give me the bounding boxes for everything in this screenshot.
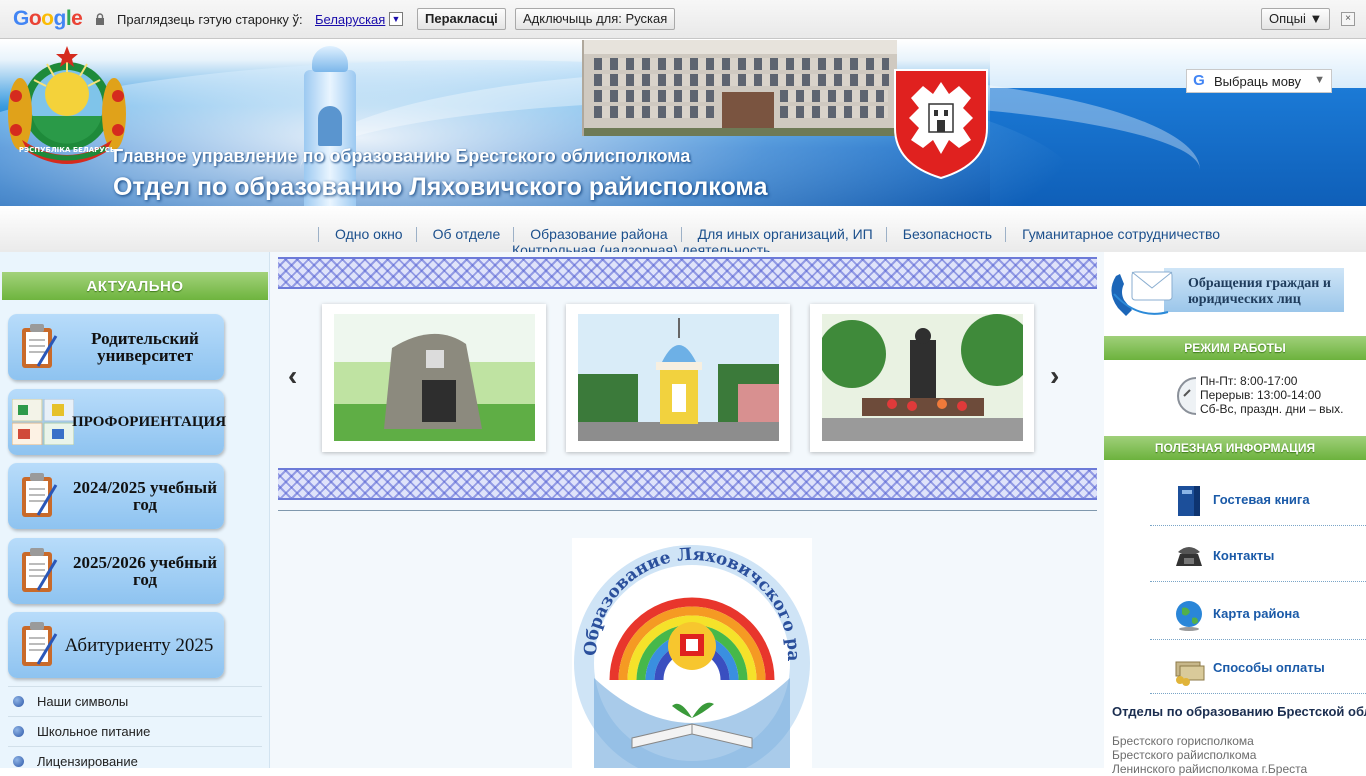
clock-icon — [1177, 377, 1197, 415]
district-education-logo: Образование Ляховичского района — [572, 538, 812, 768]
options-button[interactable]: Опцыі ▼ — [1261, 8, 1331, 30]
nav-item-district-education[interactable]: Образование района — [513, 227, 680, 242]
google-g-icon: G — [1193, 72, 1205, 89]
ornament-bottom — [278, 468, 1097, 500]
citizen-appeals-banner[interactable]: Обращения граждан и юридических лиц — [1104, 264, 1344, 322]
nav-item-other-organizations[interactable]: Для иных организаций, ИП — [680, 227, 886, 242]
carousel-photo-1[interactable] — [322, 304, 546, 452]
department-link[interactable]: Брестского райисполкома — [1112, 748, 1307, 762]
stone-monument-photo — [334, 314, 535, 441]
nav-item-security[interactable]: Безопасность — [885, 227, 1005, 242]
payment-methods-link[interactable]: Способы оплаты — [1150, 638, 1366, 694]
nav-item-humanitarian[interactable]: Гуманитарное сотрудничество — [1005, 227, 1233, 242]
right-sidebar: Обращения граждан и юридических лиц РЕЖИ… — [1104, 252, 1366, 776]
link-our-symbols[interactable]: Наши символы — [8, 686, 262, 716]
header-title-main-department: Главное управление по образованию Брестс… — [113, 146, 691, 166]
left-sidebar: АКТУАЛЬНО Родительский университет ПРОФО… — [0, 252, 270, 769]
nav-item-one-window[interactable]: Одно окно — [318, 227, 416, 242]
link-licensing[interactable]: Лицензирование — [8, 746, 262, 776]
google-logo: Google — [13, 7, 83, 30]
close-icon[interactable]: × — [1341, 12, 1355, 26]
chapel-photo — [578, 314, 779, 441]
site-header: РЭСПУБЛІКА БЕЛАРУСЬ Главное управление п… — [0, 40, 1366, 206]
carousel-prev-icon[interactable]: ‹ — [288, 360, 297, 392]
section-title-actual: АКТУАЛЬНО — [2, 272, 268, 300]
translate-prompt: Праглядзець гэтую старонку ў: — [117, 12, 303, 27]
ornament-top — [278, 257, 1097, 289]
nav-item-about[interactable]: Об отделе — [415, 227, 514, 242]
carousel-photo-3[interactable] — [810, 304, 1034, 452]
translate-language-link[interactable]: Беларуская — [315, 12, 385, 27]
departments-title: Отделы по образованию Брестской области — [1112, 704, 1366, 719]
language-selector[interactable]: G Выбраць мову ▼ — [1186, 69, 1332, 93]
department-link[interactable]: Ленинского райисполкома г.Бреста — [1112, 762, 1307, 776]
clipboard-icon — [22, 548, 58, 592]
contacts-link[interactable]: Контакты — [1150, 526, 1366, 582]
appeals-label: Обращения граждан и юридических лиц — [1188, 276, 1331, 307]
school-year-2024-button[interactable]: 2024/2025 учебный год — [8, 463, 224, 529]
carousel-next-icon[interactable]: › — [1050, 360, 1059, 392]
header-title-department: Отдел по образованию Ляховичского райисп… — [113, 173, 768, 201]
bullet-icon — [13, 696, 24, 707]
work-hours: Пн-Пт: 8:00-17:00 Перерыв: 13:00-14:00 С… — [1200, 374, 1344, 416]
district-map-link[interactable]: Карта района — [1150, 584, 1366, 640]
book-icon — [1178, 486, 1200, 516]
clipboard-icon — [22, 622, 58, 666]
department-link[interactable]: Брестского горисполкома — [1112, 734, 1307, 748]
parent-university-button[interactable]: Родительский университет — [8, 314, 224, 380]
chevron-down-icon: ▼ — [1314, 74, 1325, 86]
clipboard-icon — [22, 473, 58, 517]
svg-text:РЭСПУБЛІКА БЕЛАРУСЬ: РЭСПУБЛІКА БЕЛАРУСЬ — [19, 146, 115, 154]
link-school-meals[interactable]: Школьное питание — [8, 716, 262, 746]
applicant-2025-button[interactable]: Абитуриенту 2025 — [8, 612, 224, 678]
departments-list: Брестского горисполкома Брестского райис… — [1112, 734, 1307, 776]
globe-icon — [1176, 601, 1202, 631]
divider — [278, 510, 1097, 511]
money-icon — [1175, 661, 1205, 686]
language-dropdown-icon[interactable]: ▼ — [389, 12, 403, 26]
telephone-icon — [1176, 547, 1202, 566]
nav-item-control[interactable]: Контрольная (надзорная) деятельность — [512, 243, 783, 253]
disable-translate-button[interactable]: Адключыць для: Руская — [515, 8, 676, 30]
translate-bar: Google Праглядзець гэтую старонку ў: Бел… — [0, 0, 1366, 39]
work-hours-title: РЕЖИМ РАБОТЫ — [1104, 336, 1366, 360]
main-navigation: Одно окно Об отделе Образование района Для … — [0, 206, 1366, 252]
school-year-2025-button[interactable]: 2025/2026 учебный год — [8, 538, 224, 604]
district-coat-of-arms-icon — [894, 69, 988, 180]
phone-envelope-icon — [1111, 271, 1173, 316]
memorial-photo — [818, 314, 1033, 441]
useful-info-title: ПОЛЕЗНАЯ ИНФОРМАЦИЯ — [1104, 436, 1366, 460]
bullet-icon — [13, 726, 24, 737]
translate-button[interactable]: Перакласці — [417, 8, 506, 30]
language-selector-label: Выбраць мову — [1214, 73, 1302, 89]
carousel-photo-2[interactable] — [566, 304, 790, 452]
main-content: ‹ › Образование Ляховичского ра — [270, 252, 1104, 768]
lock-icon — [96, 13, 104, 25]
building-photo — [582, 40, 897, 136]
guestbook-link[interactable]: Гостевая книга — [1150, 470, 1366, 526]
career-guidance-button[interactable]: ПРОФОРИЕНТАЦИЯ — [8, 389, 226, 455]
clipboard-icon — [22, 324, 58, 368]
career-tiles-icon — [12, 399, 74, 445]
bullet-icon — [13, 756, 24, 767]
left-link-list: Наши символы Школьное питание Лицензиров… — [8, 686, 262, 776]
